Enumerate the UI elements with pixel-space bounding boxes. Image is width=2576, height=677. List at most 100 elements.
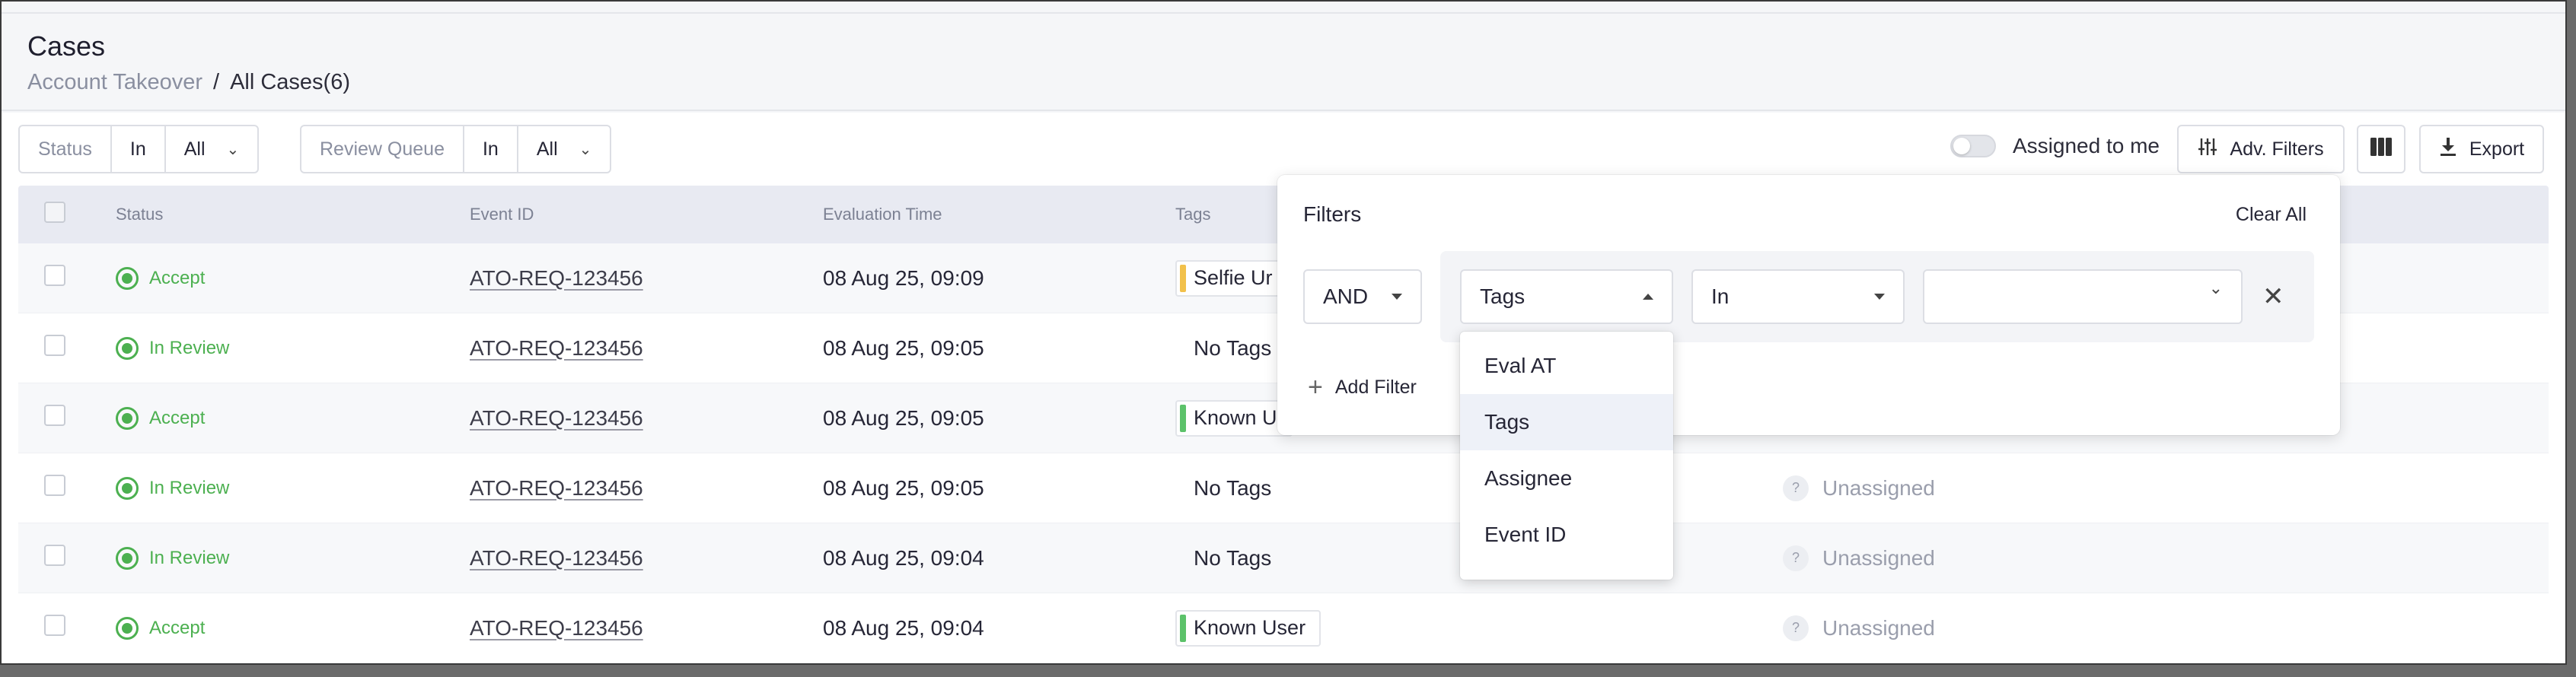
assignee-cell[interactable]: ? Unassigned [1783, 545, 1935, 571]
status-label: Accept [149, 267, 206, 288]
operator-select[interactable]: In [1691, 269, 1905, 324]
tags-cell: No Tags [1175, 476, 1271, 501]
event-id-cell: ATO-REQ-123456 [470, 616, 643, 640]
filters-title: Filters [1303, 202, 1362, 226]
operator-value: In [1711, 284, 1730, 308]
status-cell: In Review [116, 546, 230, 570]
review-queue-filter-value-text: All [536, 138, 558, 160]
event-id-cell: ATO-REQ-123456 [470, 406, 643, 431]
columns-button[interactable] [2357, 125, 2405, 173]
table-row[interactable]: In Review ATO-REQ-123456 08 Aug 25, 09:0… [18, 523, 2549, 593]
row-checkbox[interactable] [44, 265, 65, 286]
row-checkbox[interactable] [44, 475, 65, 496]
review-queue-filter[interactable]: Review Queue In All ⌄ [300, 125, 612, 173]
status-filter-value[interactable]: All ⌄ [164, 126, 258, 172]
field-option[interactable]: Eval AT [1460, 338, 1673, 394]
event-id-link[interactable]: ATO-REQ-123456 [470, 616, 643, 640]
status-dot-icon [116, 406, 139, 430]
evaluation-time-cell: 08 Aug 25, 09:09 [823, 265, 984, 290]
caret-down-icon [1392, 294, 1402, 300]
header-checkbox-cell [18, 202, 65, 227]
clear-all-button[interactable]: Clear All [2236, 204, 2307, 226]
row-checkbox[interactable] [44, 405, 65, 426]
status-label: In Review [149, 547, 230, 568]
event-id-link[interactable]: ATO-REQ-123456 [470, 546, 643, 570]
status-dot-icon [116, 266, 139, 290]
status-dot-icon [116, 476, 139, 500]
select-all-checkbox[interactable] [44, 202, 65, 223]
review-queue-filter-label: Review Queue [320, 138, 445, 160]
add-filter-label: Add Filter [1334, 376, 1417, 398]
tag-label: Selfie Ur [1194, 266, 1273, 289]
chevron-down-icon: ⌄ [226, 141, 240, 158]
status-filter-label: Status [38, 138, 92, 160]
status-filter[interactable]: Status In All ⌄ [18, 125, 260, 173]
caret-up-icon [1643, 294, 1653, 300]
row-checkbox-cell [18, 615, 65, 641]
review-queue-filter-operator[interactable]: In [462, 126, 517, 172]
status-dot-icon [116, 336, 139, 360]
assignee-cell[interactable]: ? Unassigned [1783, 615, 1935, 641]
column-header-evaluation-time[interactable]: Evaluation Time [823, 205, 942, 224]
chevron-down-icon: ⌄ [579, 141, 592, 158]
export-button[interactable]: Export [2419, 125, 2544, 173]
tags-cell: Known User [1175, 609, 1321, 647]
column-header-tags[interactable]: Tags [1175, 205, 1210, 224]
export-label: Export [2469, 138, 2525, 160]
breadcrumb-parent[interactable]: Account Takeover [27, 70, 202, 95]
adv-filters-label: Adv. Filters [2230, 138, 2324, 160]
assignee-label: Unassigned [1822, 615, 1935, 640]
status-filter-value-text: All [183, 138, 206, 160]
column-header-status[interactable]: Status [116, 205, 163, 224]
row-checkbox[interactable] [44, 615, 65, 636]
row-checkbox[interactable] [44, 335, 65, 356]
conjunction-value: AND [1323, 284, 1369, 308]
evaluation-time-cell: 08 Aug 25, 09:05 [823, 475, 984, 500]
event-id-link[interactable]: ATO-REQ-123456 [470, 266, 643, 290]
table-row[interactable]: In Review ATO-REQ-123456 08 Aug 25, 09:0… [18, 453, 2549, 523]
tag-chip: Known U [1175, 399, 1293, 437]
row-checkbox[interactable] [44, 545, 65, 566]
evaluation-time-cell: 08 Aug 25, 09:05 [823, 335, 984, 360]
tag-label: Known U [1194, 406, 1277, 429]
event-id-cell: ATO-REQ-123456 [470, 336, 643, 361]
row-checkbox-cell [18, 265, 65, 291]
add-filter-button[interactable]: + Add Filter [1308, 374, 1417, 400]
field-select[interactable]: Tags [1460, 269, 1673, 324]
field-option-selected[interactable]: Tags [1460, 394, 1673, 450]
conjunction-select[interactable]: AND [1303, 269, 1422, 324]
field-option[interactable]: Assignee [1460, 450, 1673, 507]
review-queue-filter-value[interactable]: All ⌄ [516, 126, 611, 172]
tag-label: Known User [1194, 616, 1306, 639]
remove-filter-icon[interactable]: ✕ [2262, 281, 2284, 312]
adv-filters-button[interactable]: Adv. Filters [2177, 125, 2345, 173]
status-cell: Accept [116, 266, 206, 290]
field-option[interactable]: Event ID [1460, 507, 1673, 563]
evaluation-time-cell: 08 Aug 25, 09:05 [823, 405, 984, 430]
column-header-event-id[interactable]: Event ID [470, 205, 534, 224]
tags-cell: No Tags [1175, 546, 1271, 571]
assignee-cell[interactable]: ? Unassigned [1783, 475, 1935, 501]
event-id-link[interactable]: ATO-REQ-123456 [470, 476, 643, 500]
event-id-link[interactable]: ATO-REQ-123456 [470, 336, 643, 360]
assigned-to-me-label: Assigned to me [2013, 134, 2160, 157]
no-tags-text: No Tags [1194, 545, 1272, 570]
status-filter-operator[interactable]: In [110, 126, 164, 172]
assigned-to-me-toggle[interactable]: Assigned to me [1950, 134, 2160, 158]
toggle-switch[interactable] [1950, 135, 1996, 157]
caret-down-icon [1874, 294, 1885, 300]
table-row[interactable]: Accept ATO-REQ-123456 08 Aug 25, 09:04 K… [18, 593, 2549, 663]
columns-icon [2370, 137, 2393, 162]
assignee-label: Unassigned [1822, 475, 1935, 500]
status-label: Accept [149, 617, 206, 638]
value-select[interactable]: ⌄ [1923, 269, 2243, 324]
tag-chip: Known User [1175, 609, 1321, 647]
event-id-link[interactable]: ATO-REQ-123456 [470, 406, 643, 430]
status-cell: Accept [116, 406, 205, 430]
question-icon: ? [1783, 545, 1809, 571]
chevron-down-icon: ⌄ [2208, 278, 2223, 297]
no-tags-text: No Tags [1194, 335, 1272, 360]
evaluation-time-cell: 08 Aug 25, 09:04 [823, 545, 984, 570]
status-label: In Review [149, 477, 230, 498]
page-title: Cases [27, 30, 106, 62]
